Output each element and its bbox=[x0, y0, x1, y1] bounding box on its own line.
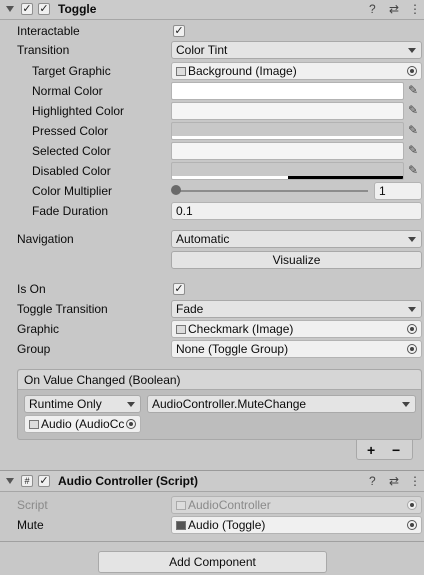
component-title: Toggle bbox=[58, 2, 97, 16]
visualize-button[interactable]: Visualize bbox=[171, 251, 422, 269]
script-icon bbox=[29, 420, 39, 429]
on-value-changed-event: On Value Changed (Boolean) Runtime Only … bbox=[17, 369, 422, 440]
mute-field[interactable]: Audio (Toggle) bbox=[171, 516, 422, 534]
color-multiplier-input[interactable]: 1 bbox=[374, 182, 422, 200]
runtime-value: Runtime Only bbox=[29, 397, 102, 411]
transition-value: Color Tint bbox=[176, 43, 228, 57]
normal-color-swatch[interactable] bbox=[171, 82, 404, 100]
selected-color-label: Selected Color bbox=[32, 144, 111, 158]
interactable-label: Interactable bbox=[17, 24, 80, 38]
image-icon bbox=[176, 67, 186, 76]
event-object-field[interactable]: Audio (AudioCc bbox=[24, 415, 141, 433]
foldout-arrow-icon[interactable] bbox=[6, 6, 14, 12]
navigation-dropdown[interactable]: Automatic bbox=[171, 230, 422, 248]
graphic-value: Checkmark (Image) bbox=[188, 322, 294, 336]
add-component-button[interactable]: Add Component bbox=[98, 551, 327, 573]
group-label: Group bbox=[17, 342, 51, 356]
object-picker-icon[interactable] bbox=[407, 66, 417, 76]
color-multiplier-label: Color Multiplier bbox=[32, 184, 113, 198]
mute-value: Audio (Toggle) bbox=[188, 518, 266, 532]
navigation-value: Automatic bbox=[176, 232, 230, 246]
slider-track[interactable] bbox=[176, 190, 368, 192]
object-picker-icon[interactable] bbox=[407, 520, 417, 530]
fade-duration-label: Fade Duration bbox=[32, 204, 109, 218]
add-listener-button[interactable]: + bbox=[367, 442, 375, 458]
target-graphic-value: Background (Image) bbox=[188, 64, 297, 78]
target-graphic-field[interactable]: Background (Image) bbox=[171, 62, 422, 80]
pressed-color-label: Pressed Color bbox=[32, 124, 109, 138]
toggle-transition-value: Fade bbox=[176, 302, 204, 316]
highlighted-color-label: Highlighted Color bbox=[32, 104, 125, 118]
chevron-down-icon bbox=[402, 402, 410, 407]
chevron-down-icon bbox=[408, 307, 416, 312]
toggle-component-icon: ✓ bbox=[21, 3, 33, 15]
transition-dropdown[interactable]: Color Tint bbox=[171, 41, 422, 59]
mute-label: Mute bbox=[17, 518, 44, 532]
divider bbox=[0, 541, 424, 542]
alpha-bar bbox=[172, 176, 288, 179]
toggle-transition-label: Toggle Transition bbox=[17, 302, 108, 316]
image-icon bbox=[176, 325, 186, 334]
event-header: On Value Changed (Boolean) bbox=[18, 370, 421, 390]
script-enabled-checkbox[interactable]: ✓ bbox=[38, 475, 50, 487]
toggle-transition-dropdown[interactable]: Fade bbox=[171, 300, 422, 318]
object-picker-icon[interactable] bbox=[407, 324, 417, 334]
alpha-bar-remainder bbox=[287, 176, 403, 179]
help-icon[interactable]: ? bbox=[369, 474, 376, 488]
graphic-label: Graphic bbox=[17, 322, 60, 336]
group-value: None (Toggle Group) bbox=[176, 342, 289, 356]
eyedropper-icon[interactable]: ✎ bbox=[408, 163, 418, 177]
transition-label: Transition bbox=[17, 43, 70, 57]
presets-icon[interactable]: ⇄ bbox=[389, 474, 399, 488]
context-menu-icon[interactable]: ⋮ bbox=[409, 2, 421, 16]
interactable-checkbox[interactable]: ✓ bbox=[173, 25, 185, 37]
target-graphic-label: Target Graphic bbox=[32, 64, 111, 78]
script-icon: # bbox=[21, 475, 33, 487]
is-on-label: Is On bbox=[17, 282, 46, 296]
presets-icon[interactable]: ⇄ bbox=[389, 2, 399, 16]
foldout-arrow-icon[interactable] bbox=[6, 478, 14, 484]
runtime-dropdown[interactable]: Runtime Only bbox=[24, 395, 141, 413]
eyedropper-icon[interactable]: ✎ bbox=[408, 103, 418, 117]
object-picker-icon[interactable] bbox=[126, 419, 136, 429]
highlighted-color-swatch[interactable] bbox=[171, 102, 404, 120]
eyedropper-icon[interactable]: ✎ bbox=[408, 123, 418, 137]
event-title: On Value Changed (Boolean) bbox=[24, 373, 181, 387]
function-value: AudioController.MuteChange bbox=[152, 397, 307, 411]
object-picker-icon bbox=[407, 500, 417, 510]
normal-color-label: Normal Color bbox=[32, 84, 103, 98]
script-label: Script bbox=[17, 498, 48, 512]
event-object-value: Audio (AudioCc bbox=[41, 417, 125, 431]
slider-handle[interactable] bbox=[171, 185, 181, 195]
event-list-footer: + − bbox=[356, 440, 413, 460]
selected-color-swatch[interactable] bbox=[171, 142, 404, 160]
toggle-icon bbox=[176, 521, 186, 530]
script-field: AudioController bbox=[171, 496, 422, 514]
pressed-color-swatch[interactable] bbox=[171, 122, 404, 140]
toggle-component-header[interactable]: ✓ ✓ Toggle ? ⇄ ⋮ bbox=[0, 0, 424, 20]
context-menu-icon[interactable]: ⋮ bbox=[409, 474, 421, 488]
audio-controller-header[interactable]: # ✓ Audio Controller (Script) ? ⇄ ⋮ bbox=[0, 470, 424, 492]
is-on-checkbox[interactable]: ✓ bbox=[173, 283, 185, 295]
alpha-bar bbox=[172, 136, 403, 139]
disabled-color-label: Disabled Color bbox=[32, 164, 111, 178]
toggle-enabled-checkbox[interactable]: ✓ bbox=[38, 3, 50, 15]
fade-duration-input[interactable]: 0.1 bbox=[171, 202, 422, 220]
eyedropper-icon[interactable]: ✎ bbox=[408, 83, 418, 97]
remove-listener-button[interactable]: − bbox=[392, 442, 400, 458]
group-field[interactable]: None (Toggle Group) bbox=[171, 340, 422, 358]
chevron-down-icon bbox=[127, 402, 135, 407]
script-file-icon bbox=[176, 501, 186, 510]
chevron-down-icon bbox=[408, 237, 416, 242]
eyedropper-icon[interactable]: ✎ bbox=[408, 143, 418, 157]
navigation-label: Navigation bbox=[17, 232, 74, 246]
graphic-field[interactable]: Checkmark (Image) bbox=[171, 320, 422, 338]
object-picker-icon[interactable] bbox=[407, 344, 417, 354]
chevron-down-icon bbox=[408, 48, 416, 53]
component-title: Audio Controller (Script) bbox=[58, 474, 198, 488]
function-dropdown[interactable]: AudioController.MuteChange bbox=[147, 395, 416, 413]
disabled-color-swatch[interactable] bbox=[171, 162, 404, 180]
help-icon[interactable]: ? bbox=[369, 2, 376, 16]
script-value: AudioController bbox=[188, 498, 271, 512]
